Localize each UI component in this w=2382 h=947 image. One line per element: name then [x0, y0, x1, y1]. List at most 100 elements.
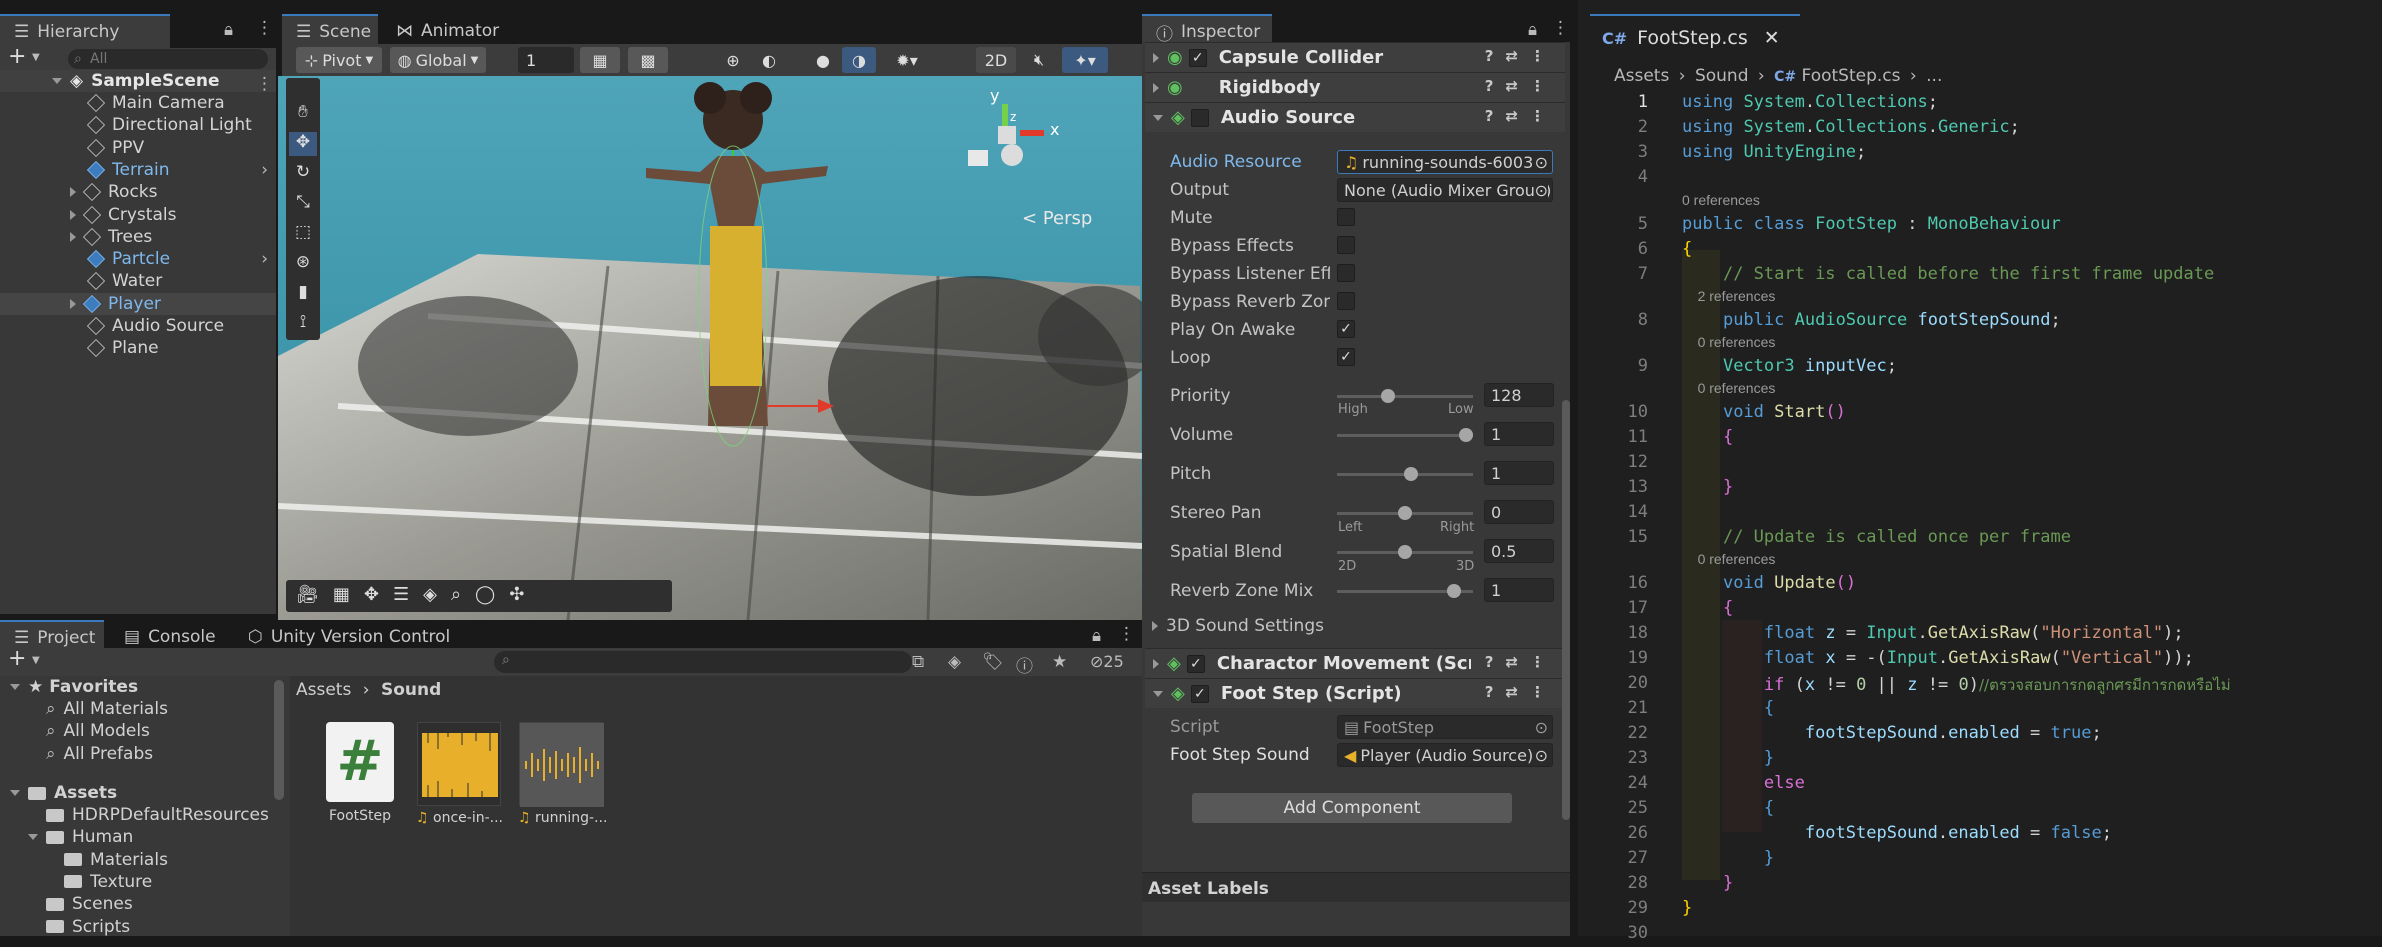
more-icon[interactable]: ⋮ [1118, 624, 1135, 644]
spatial-blend-value[interactable]: 0.5 [1484, 539, 1554, 563]
capsule-collider-header[interactable]: ◉ ✓ Capsule Collider ?⇄⋮ [1145, 42, 1565, 72]
camera-icon[interactable]: 🎥︎ [296, 584, 319, 608]
pitch-slider[interactable] [1337, 467, 1473, 481]
lock-icon[interactable]: 🔒︎ [1092, 626, 1101, 646]
object-picker-icon[interactable]: ⊙ [1534, 746, 1548, 765]
hierarchy-item[interactable]: Trees [0, 226, 276, 248]
slider-knob[interactable] [1446, 584, 1461, 598]
add-icon[interactable]: + [8, 44, 26, 69]
hierarchy-item[interactable]: Rocks [0, 181, 276, 203]
scene-row[interactable]: ◈ SampleScene [0, 70, 276, 92]
3d-sound-settings-foldout[interactable]: 3D Sound Settings [1152, 616, 1324, 636]
lit-icon[interactable]: ◑ [842, 47, 876, 73]
stereo-pan-slider[interactable] [1337, 506, 1473, 520]
hierarchy-item[interactable]: Partcle › [0, 248, 276, 270]
effects-icon[interactable]: ✦▾ [1062, 47, 1108, 73]
toggle-2d-button[interactable]: 2D [976, 47, 1016, 73]
bypass-listener-checkbox[interactable] [1337, 264, 1355, 282]
type-filter-icon[interactable]: ◈ [948, 652, 961, 672]
audio-resource-field[interactable]: ♫ running-sounds-6003 ⊙ [1337, 150, 1553, 174]
hierarchy-item[interactable]: PPV [0, 137, 276, 159]
grid-size-field[interactable]: 1 [518, 47, 574, 73]
expand-arrow-icon[interactable] [28, 834, 38, 841]
breadcrumb-assets[interactable]: Assets [296, 680, 351, 700]
scene-viewport[interactable]: ✋︎ ✥ ↻ ⤡ ⬚ ⊛ ▮ ⟟ y x z < Persp 🎥︎ ▦ ✥ ☰ … [278, 76, 1142, 620]
priority-slider[interactable] [1337, 389, 1473, 403]
slider-knob[interactable] [1404, 467, 1419, 481]
shaded-icon[interactable]: ● [808, 47, 838, 73]
codelens-references[interactable]: 0 references [1682, 334, 1776, 350]
center-icon[interactable]: ⊕ [718, 47, 748, 73]
slider-knob[interactable] [1380, 389, 1395, 403]
align-icon[interactable]: ☰ [393, 584, 409, 608]
chevron-down-icon[interactable]: ▼ [32, 655, 40, 666]
perspective-label[interactable]: < Persp [1022, 208, 1092, 229]
orbit-icon[interactable]: ◯ [475, 584, 495, 608]
breadcrumb-sound[interactable]: Sound [381, 680, 441, 700]
orientation-gizmo[interactable]: y x z [968, 86, 1088, 196]
expand-arrow-icon[interactable] [52, 78, 62, 84]
asset-labels-section[interactable]: Asset Labels [1142, 872, 1570, 902]
favorite-item[interactable]: ⌕ All Materials [46, 698, 168, 720]
codelens-references[interactable]: 2 references [1682, 288, 1776, 304]
tab-hierarchy[interactable]: ☰ Hierarchy [0, 14, 170, 48]
hierarchy-item[interactable]: Crystals [0, 204, 276, 226]
custom-tool-icon[interactable]: ▮ [289, 282, 317, 306]
chevron-down-icon[interactable]: ▼ [32, 52, 40, 63]
rect-tool-icon[interactable]: ⬚ [289, 222, 317, 246]
layers-icon[interactable]: ◈ [423, 584, 437, 608]
folder-item[interactable]: Human [28, 826, 133, 848]
folder-item[interactable]: Scripts [46, 916, 130, 938]
breadcrumb-sound[interactable]: Sound [1695, 66, 1749, 86]
foot-step-header[interactable]: ◈ ✓ Foot Step (Script) ?⇄⋮ [1145, 678, 1565, 708]
enabled-checkbox[interactable] [1190, 108, 1209, 127]
chevron-right-icon[interactable]: › [261, 249, 268, 269]
log-filter-icon[interactable]: ⓘ [1016, 652, 1033, 677]
expand-arrow-icon[interactable] [70, 298, 76, 309]
navigate-icon[interactable]: ✣ [509, 584, 524, 608]
more-icon[interactable]: ⋮ [256, 18, 273, 38]
tab-animator[interactable]: ⋈ Animator [382, 14, 513, 48]
hierarchy-item[interactable]: Audio Source [0, 315, 276, 337]
play-on-awake-checkbox[interactable]: ✓ [1337, 320, 1355, 338]
move-snap-icon[interactable]: ✥ [364, 584, 379, 608]
search-icon[interactable]: ⌕ [451, 584, 461, 608]
enabled-checkbox[interactable]: ✓ [1188, 48, 1207, 67]
slider-knob[interactable] [1459, 428, 1473, 442]
asset-running-audio[interactable]: ♫ running-... [518, 722, 607, 826]
hand-tool-icon[interactable]: ✋︎ [289, 102, 317, 126]
folder-item[interactable]: Texture [64, 871, 152, 893]
transform-tool-icon[interactable]: ⊛ [289, 252, 317, 276]
project-search-input[interactable]: ⌕ [494, 651, 912, 673]
increment-snap-icon[interactable]: ▩ [628, 47, 668, 73]
hierarchy-item[interactable]: Directional Light [0, 114, 276, 136]
folder-item[interactable]: Scenes [46, 893, 133, 915]
render-debug-icon[interactable]: ✹▾ [882, 47, 932, 73]
move-tool-icon[interactable]: ✥ [289, 132, 317, 156]
charactor-movement-header[interactable]: ◈ ✓ Charactor Movement (Script) ?⇄⋮ [1145, 648, 1565, 678]
audio-source-header[interactable]: ◈ Audio Source ?⇄⋮ [1145, 102, 1565, 132]
more-icon[interactable]: ⋮ [1552, 18, 1569, 38]
codelens-references[interactable]: 0 references [1682, 192, 1760, 208]
output-field[interactable]: None (Audio Mixer Group) ⊙ [1337, 178, 1553, 202]
breadcrumb-assets[interactable]: Assets [1614, 66, 1669, 86]
foot-step-sound-field[interactable]: ◀ Player (Audio Source) ⊙ [1337, 743, 1553, 767]
slider-knob[interactable] [1398, 506, 1412, 520]
add-component-button[interactable]: Add Component [1192, 793, 1512, 823]
asset-once-in-audio[interactable]: ♫ once-in-... [416, 722, 503, 826]
expand-arrow-icon[interactable] [70, 231, 76, 242]
favorite-item[interactable]: ⌕ All Prefabs [46, 743, 153, 765]
loop-checkbox[interactable]: ✓ [1337, 348, 1355, 366]
search-filter-icon[interactable]: ⧉ [912, 652, 924, 672]
favorites-header[interactable]: ★ Favorites [10, 676, 138, 698]
folder-item[interactable]: Materials [64, 849, 168, 871]
codelens-references[interactable]: 0 references [1682, 380, 1776, 396]
component-actions-icon[interactable]: ?⇄⋮ [1485, 107, 1557, 125]
spatial-blend-slider[interactable] [1337, 545, 1473, 559]
folder-item[interactable]: HDRPDefaultResources [46, 804, 269, 826]
enabled-checkbox[interactable]: ✓ [1186, 654, 1205, 673]
breadcrumb-more[interactable]: ... [1926, 66, 1942, 86]
volume-slider[interactable] [1337, 428, 1473, 442]
component-actions-icon[interactable]: ?⇄⋮ [1485, 653, 1557, 671]
lock-icon[interactable]: 🔒︎ [224, 20, 233, 40]
